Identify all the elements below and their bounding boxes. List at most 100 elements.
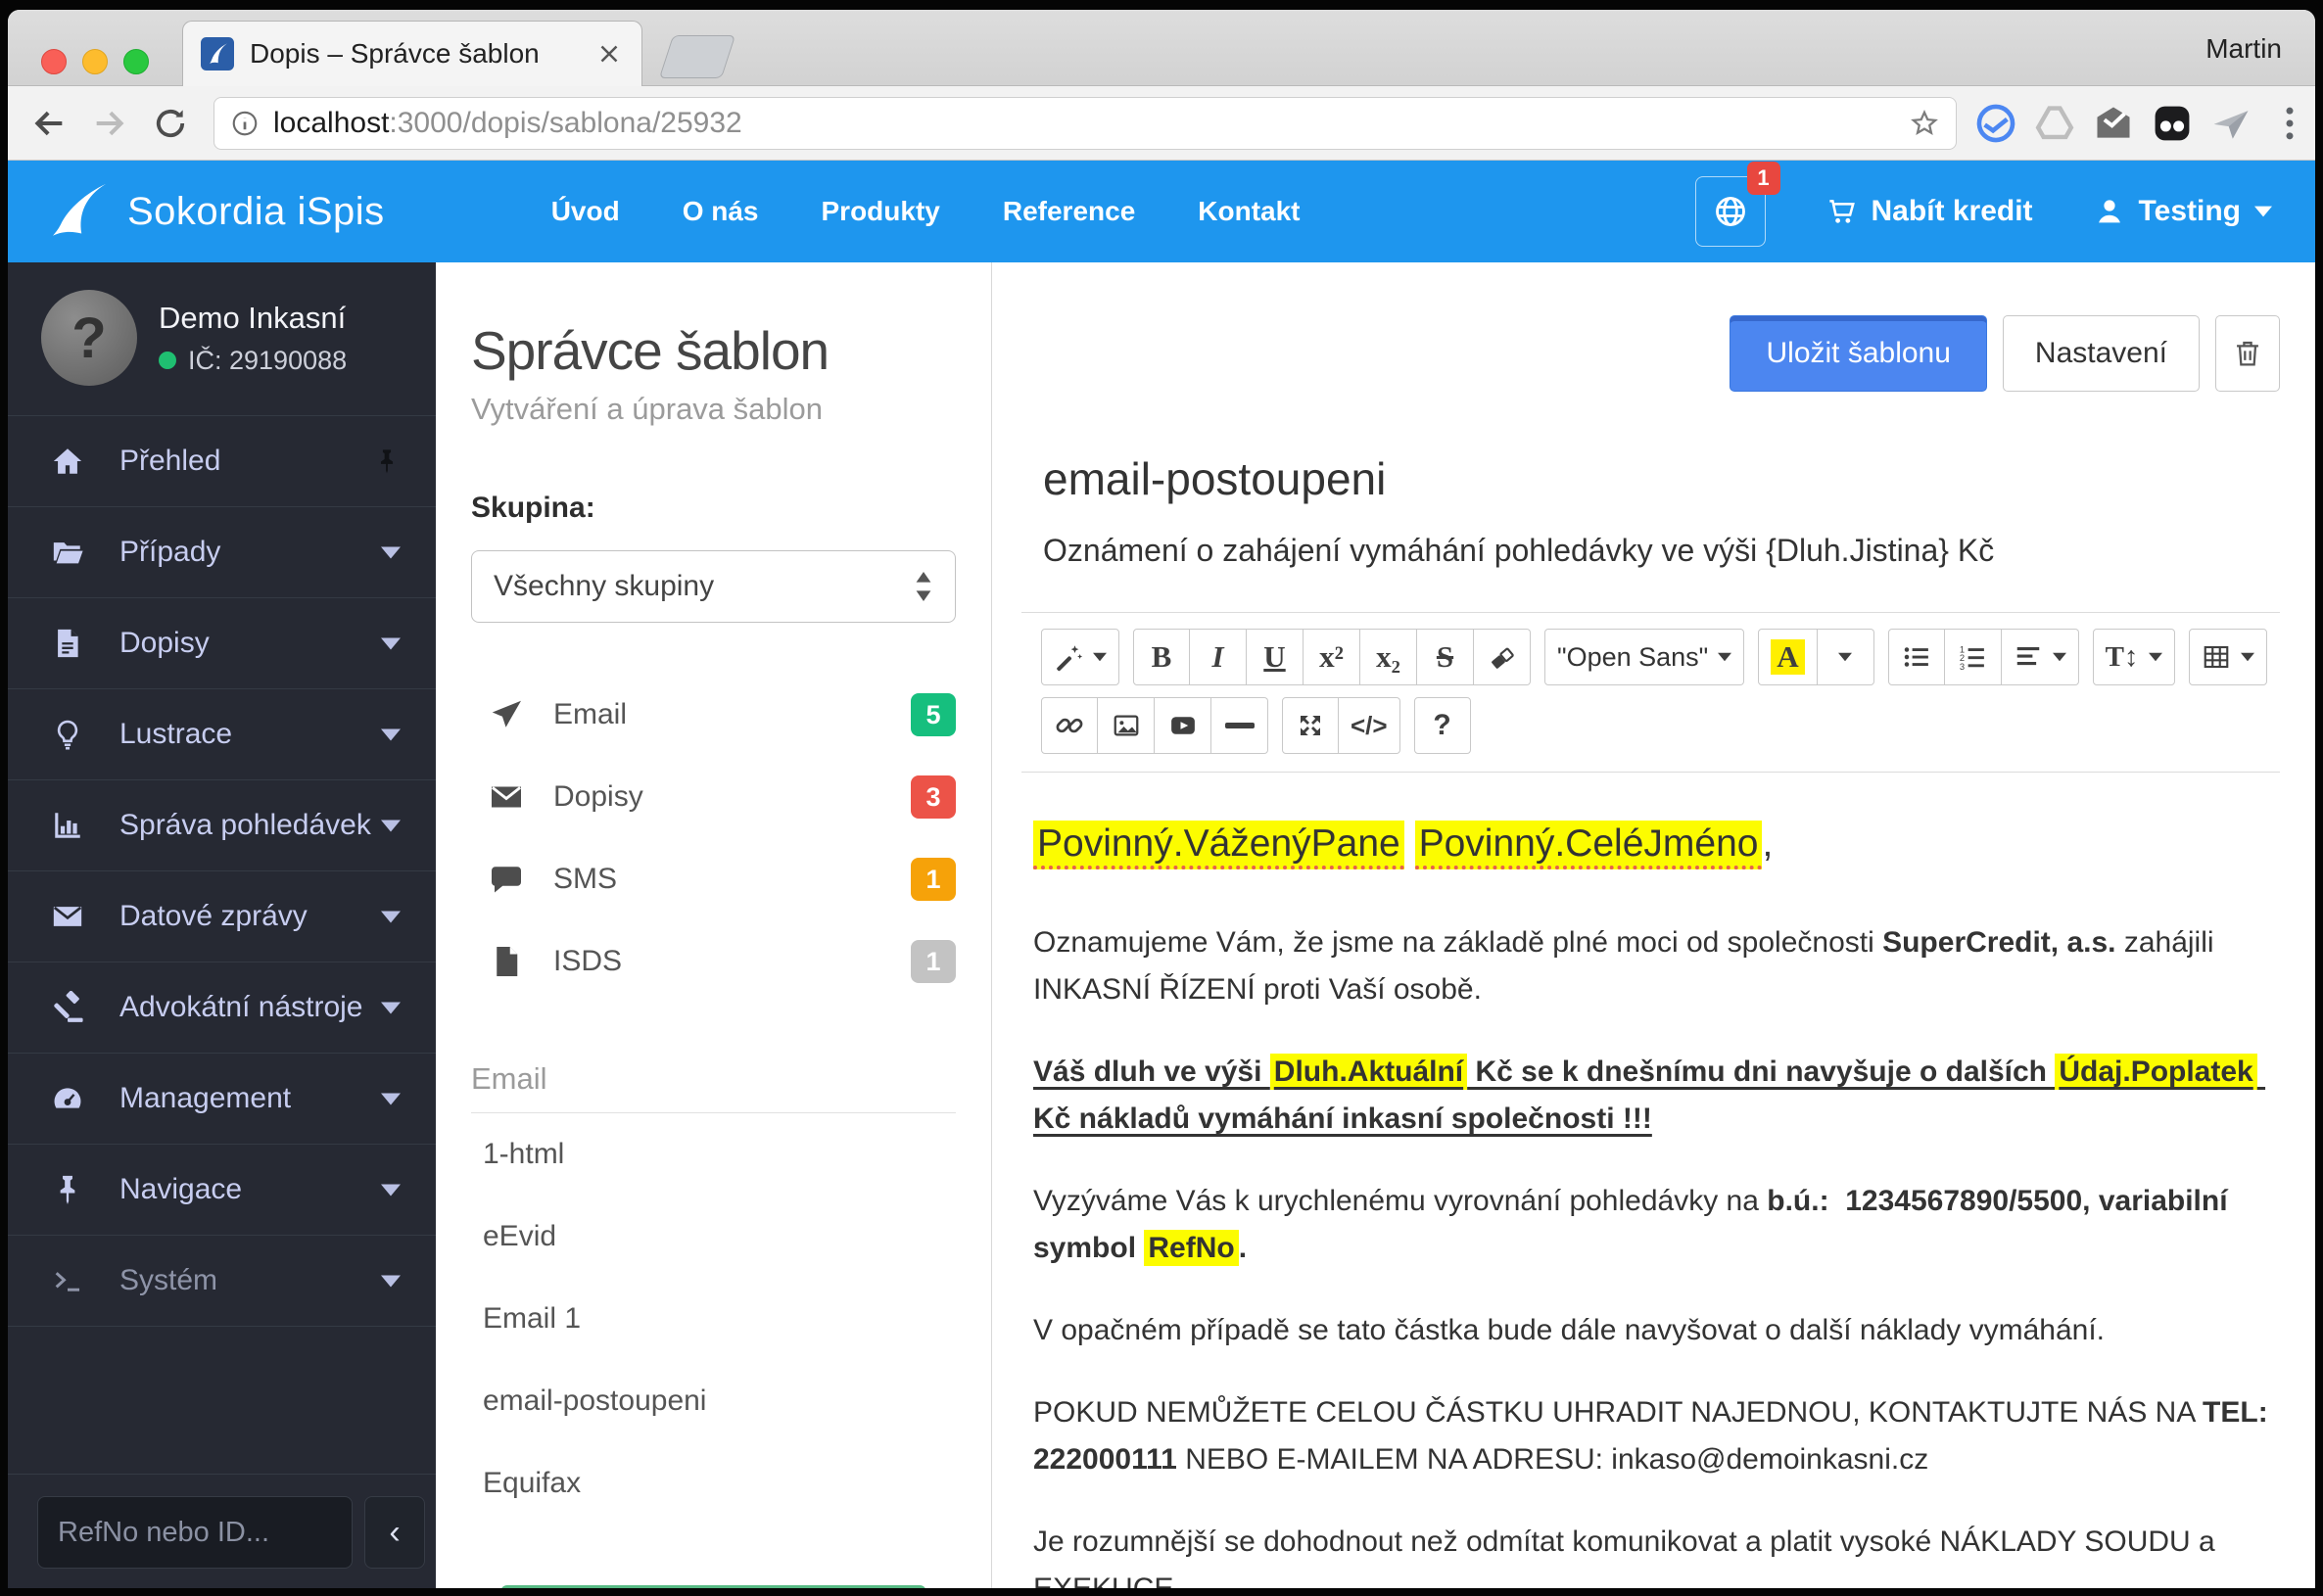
category-sms[interactable]: SMS 1 [471, 838, 956, 920]
forward-icon[interactable] [90, 104, 129, 143]
insert-image-button[interactable] [1098, 697, 1155, 754]
sidebar-item-sprava-pohledavek[interactable]: Správa pohledávek [8, 780, 436, 871]
underline-button[interactable]: U [1247, 629, 1304, 685]
chat-bubble-icon [489, 862, 524, 897]
count-badge: 1 [911, 940, 956, 983]
superscript-button[interactable]: x² [1304, 629, 1360, 685]
drive-icon[interactable] [2033, 102, 2076, 145]
app-navbar: Sokordia iSpis Úvod O nás Produkty Refer… [8, 161, 2315, 262]
text-color-dropdown[interactable] [1818, 629, 1874, 685]
category-isds[interactable]: ISDS 1 [471, 920, 956, 1003]
tab-title: Dopis – Správce šablon [250, 38, 594, 70]
panel-subtitle: Vytváření a úprava šablon [471, 392, 956, 427]
chevron-down-icon [1093, 652, 1107, 662]
ordered-list-button[interactable]: 123 [1945, 629, 2002, 685]
nav-link-kontakt[interactable]: Kontakt [1198, 196, 1300, 227]
language-globe-button[interactable]: 1 [1695, 176, 1766, 247]
nav-link-reference[interactable]: Reference [1003, 196, 1135, 227]
select-arrows-icon [914, 572, 933, 601]
brand-name: Sokordia iSpis [127, 190, 385, 234]
tab-close-icon[interactable] [594, 39, 624, 69]
help-button[interactable]: ? [1414, 697, 1471, 754]
sidebar-item-navigace[interactable]: Navigace [8, 1145, 436, 1236]
template-item[interactable]: Email 1 [471, 1278, 956, 1360]
user-menu[interactable]: Testing [2094, 195, 2272, 228]
template-item[interactable]: eEvid [471, 1196, 956, 1278]
nav-links: Úvod O nás Produkty Reference Kontakt [551, 196, 1301, 227]
refno-search-input[interactable] [37, 1496, 353, 1569]
code-view-button[interactable]: </> [1339, 697, 1400, 754]
browser-tab[interactable]: Dopis – Správce šablon [182, 21, 642, 86]
chevron-down-icon [381, 1093, 401, 1105]
reload-icon[interactable] [151, 104, 190, 143]
close-window-button[interactable] [41, 49, 67, 74]
text-color-button[interactable]: A [1758, 629, 1817, 685]
body-paragraph: V opačném případě se tato částka bude dá… [1033, 1307, 2270, 1354]
delete-template-button[interactable] [2215, 315, 2280, 392]
fullscreen-button[interactable] [1282, 697, 1339, 754]
sidebar-collapse-button[interactable]: ‹ [364, 1496, 425, 1569]
line-height-button[interactable]: T↕ [2093, 629, 2175, 685]
sidebar-item-advokatni-nastroje[interactable]: Advokátní nástroje [8, 962, 436, 1054]
create-new-email-button[interactable]: VYTVOŘIT NOVÝ EMAIL [500, 1585, 926, 1588]
inbox-icon[interactable] [2092, 102, 2135, 145]
strikethrough-button[interactable]: S [1417, 629, 1474, 685]
template-item[interactable]: email-postoupeni [471, 1360, 956, 1442]
settings-button[interactable]: Nastavení [2003, 315, 2200, 392]
chevron-down-icon [2149, 652, 2162, 662]
email-body-editor[interactable]: Povinný.VáženýPane Povinný.CeléJméno, Oz… [1021, 773, 2280, 1588]
body-paragraph: POKUD NEMŮŽETE CELOU ČÁSTKU UHRADIT NAJE… [1033, 1389, 2270, 1483]
minimize-window-button[interactable] [82, 49, 108, 74]
template-item[interactable]: Equifax [471, 1442, 956, 1525]
unordered-list-button[interactable] [1888, 629, 1945, 685]
font-family-select[interactable]: "Open Sans" [1544, 629, 1744, 685]
address-bar[interactable]: localhost:3000/dopis/sablona/25932 [213, 97, 1957, 150]
paper-plane-icon[interactable] [2209, 102, 2252, 145]
sidebar-item-datove-zpravy[interactable]: Datové zprávy [8, 871, 436, 962]
sidebar-item-pripady[interactable]: Případy [8, 507, 436, 598]
nav-link-uvod[interactable]: Úvod [551, 196, 620, 227]
sidebar-item-prehled[interactable]: Přehled [8, 416, 436, 507]
sidebar-item-lustrace[interactable]: Lustrace [8, 689, 436, 780]
category-email[interactable]: Email 5 [471, 674, 956, 756]
brand[interactable]: Sokordia iSpis [41, 176, 385, 247]
eraser-icon [1488, 642, 1517, 672]
bullet-list-icon [1902, 642, 1931, 672]
new-tab-button[interactable] [659, 35, 735, 78]
sidebar-item-dopisy[interactable]: Dopisy [8, 598, 436, 689]
nav-link-produkty[interactable]: Produkty [822, 196, 940, 227]
browser-profile-name[interactable]: Martin [2205, 33, 2282, 65]
extension-icons [1974, 102, 2311, 145]
nav-link-o-nas[interactable]: O nás [683, 196, 759, 227]
group-select[interactable]: Všechny skupiny [471, 550, 956, 623]
sidebar-item-system[interactable]: Systém [8, 1236, 436, 1327]
bookmark-star-icon[interactable] [1909, 108, 1940, 139]
numbered-list-icon: 123 [1958, 642, 1987, 672]
site-info-icon[interactable] [230, 109, 260, 138]
pin-icon[interactable] [373, 447, 401, 475]
save-template-button[interactable]: Uložit šablonu [1730, 315, 1986, 392]
back-icon[interactable] [29, 104, 69, 143]
magic-style-button[interactable] [1041, 629, 1119, 685]
subscript-button[interactable]: x₂ [1360, 629, 1417, 685]
browser-menu-dots-icon[interactable] [2268, 102, 2311, 145]
sail-logo-icon [41, 176, 118, 247]
insert-hr-button[interactable] [1211, 697, 1268, 754]
paragraph-align-button[interactable] [2002, 629, 2079, 685]
italic-button[interactable]: I [1190, 629, 1247, 685]
credit-button[interactable]: Nabít kredit [1826, 195, 2033, 228]
pocket-icon[interactable] [2151, 102, 2194, 145]
insert-link-button[interactable] [1041, 697, 1098, 754]
sidebar-item-management[interactable]: Management [8, 1054, 436, 1145]
extension-circle-icon[interactable] [1974, 102, 2017, 145]
home-icon [51, 445, 84, 478]
category-dopisy[interactable]: Dopisy 3 [471, 756, 956, 838]
zoom-window-button[interactable] [123, 49, 149, 74]
insert-table-button[interactable] [2189, 629, 2267, 685]
file-text-icon [51, 627, 84, 660]
insert-video-button[interactable] [1155, 697, 1211, 754]
template-item[interactable]: 1-html [471, 1113, 956, 1196]
bold-button[interactable]: B [1133, 629, 1190, 685]
clear-format-button[interactable] [1474, 629, 1531, 685]
chevron-down-icon [381, 728, 401, 741]
